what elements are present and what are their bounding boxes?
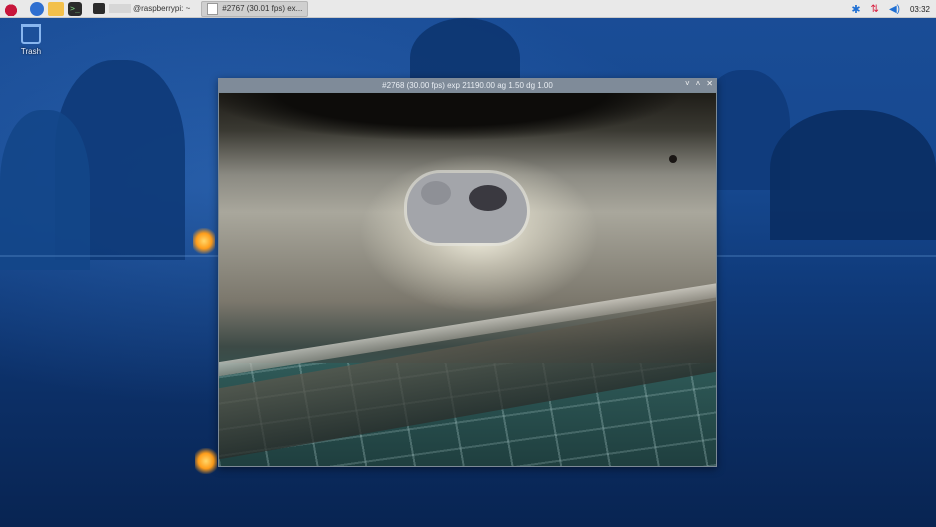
window-controls: ˅ ˄ ✕ bbox=[685, 79, 713, 88]
dark-spot bbox=[669, 155, 677, 163]
window-title: #2768 (30.00 fps) exp 21190.00 ag 1.50 d… bbox=[382, 80, 553, 90]
volume-icon[interactable]: ◀) bbox=[889, 4, 900, 15]
clock[interactable]: 03:32 bbox=[910, 5, 930, 14]
raspberry-menu-icon[interactable] bbox=[4, 1, 18, 16]
shadow-region bbox=[219, 93, 716, 153]
taskbar-task-terminal[interactable]: @raspberrypi: ~ bbox=[88, 1, 195, 17]
sticker-cat-face bbox=[421, 181, 451, 205]
trash-desktop-item[interactable]: Trash bbox=[16, 24, 46, 56]
terminal-icon bbox=[93, 3, 105, 14]
minimize-button[interactable]: ˅ bbox=[685, 79, 690, 88]
terminal-icon[interactable]: >_ bbox=[68, 1, 82, 16]
window-icon bbox=[207, 2, 219, 15]
file-manager-icon[interactable] bbox=[48, 1, 64, 16]
maximize-button[interactable]: ˄ bbox=[696, 79, 701, 88]
trash-label: Trash bbox=[20, 47, 42, 56]
task-label: @raspberrypi: ~ bbox=[133, 4, 191, 13]
lantern-icon bbox=[193, 228, 215, 254]
wallpaper-mountain bbox=[0, 110, 90, 270]
system-tray: ✱ ⇅ ◀) 03:32 bbox=[851, 0, 930, 18]
taskbar-task-camera[interactable]: #2767 (30.01 fps) ex... bbox=[201, 0, 309, 17]
network-disconnected-icon[interactable]: ⇅ bbox=[871, 4, 879, 15]
cat-sticker bbox=[407, 173, 527, 243]
taskbar: >_ @raspberrypi: ~ #2767 (30.01 fps) ex.… bbox=[0, 0, 936, 18]
camera-preview-image bbox=[219, 93, 716, 466]
bluetooth-icon[interactable]: ✱ bbox=[851, 3, 860, 16]
wallpaper-mountain bbox=[770, 110, 936, 240]
window-titlebar[interactable]: #2768 (30.00 fps) exp 21190.00 ag 1.50 d… bbox=[218, 78, 717, 92]
close-button[interactable]: ✕ bbox=[706, 79, 713, 88]
lantern-reflection-icon bbox=[195, 448, 217, 474]
browser-icon[interactable] bbox=[30, 1, 44, 16]
sticker-dark-patch bbox=[469, 185, 507, 211]
task-label: #2767 (30.01 fps) ex... bbox=[222, 4, 303, 13]
trash-icon bbox=[21, 24, 41, 44]
redacted-username bbox=[109, 4, 131, 13]
camera-preview-window[interactable]: #2768 (30.00 fps) exp 21190.00 ag 1.50 d… bbox=[218, 78, 717, 467]
